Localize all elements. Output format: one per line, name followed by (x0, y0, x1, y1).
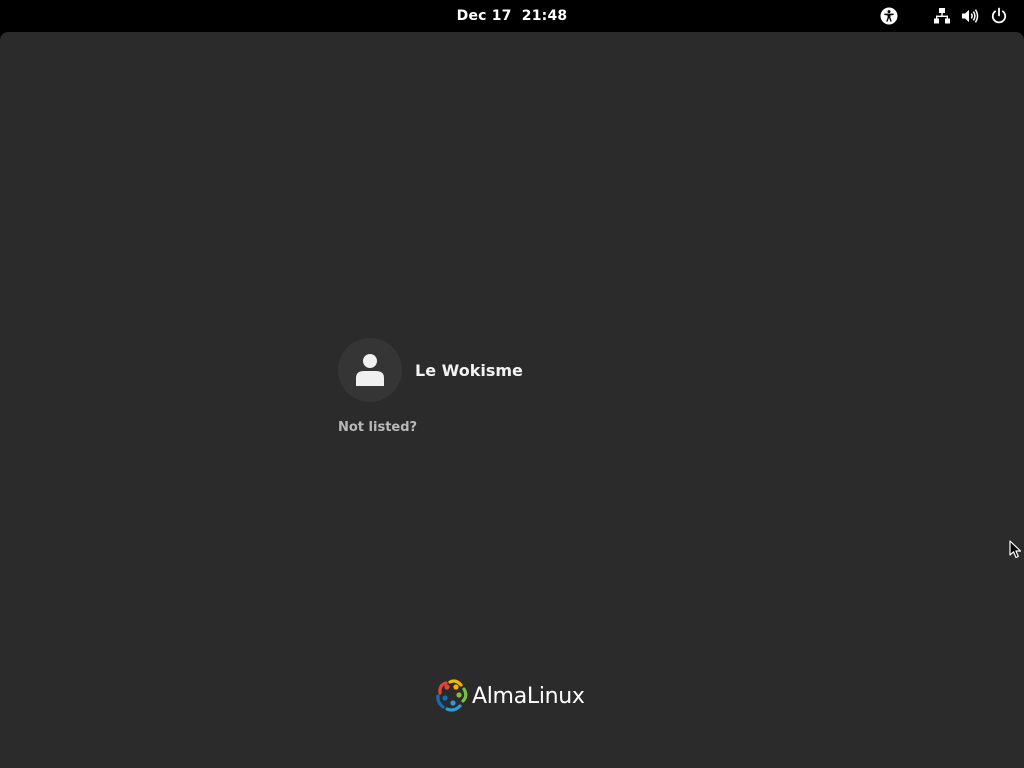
clock[interactable]: Dec 17 21:48 (0, 0, 1024, 32)
accessibility-icon[interactable] (880, 7, 898, 25)
login-screen: Le Wokisme Not listed? AlmaLinux (0, 32, 1024, 768)
not-listed-button[interactable]: Not listed? (338, 420, 417, 435)
user-list-item[interactable]: Le Wokisme (338, 337, 523, 403)
power-icon[interactable] (990, 7, 1008, 25)
clock-date[interactable]: Dec 17 (457, 8, 512, 24)
avatar[interactable] (338, 338, 402, 402)
mouse-pointer-icon (1009, 540, 1022, 559)
distro-logo: AlmaLinux (436, 679, 585, 713)
top-bar: Dec 17 21:48 (0, 0, 1024, 32)
logo-text: AlmaLinux (472, 683, 585, 709)
volume-icon[interactable] (961, 7, 979, 25)
network-icon[interactable] (933, 7, 951, 25)
user-icon (356, 354, 384, 386)
user-name[interactable]: Le Wokisme (415, 361, 523, 380)
almalinux-logo-icon (436, 679, 468, 712)
clock-time[interactable]: 21:48 (522, 8, 568, 24)
